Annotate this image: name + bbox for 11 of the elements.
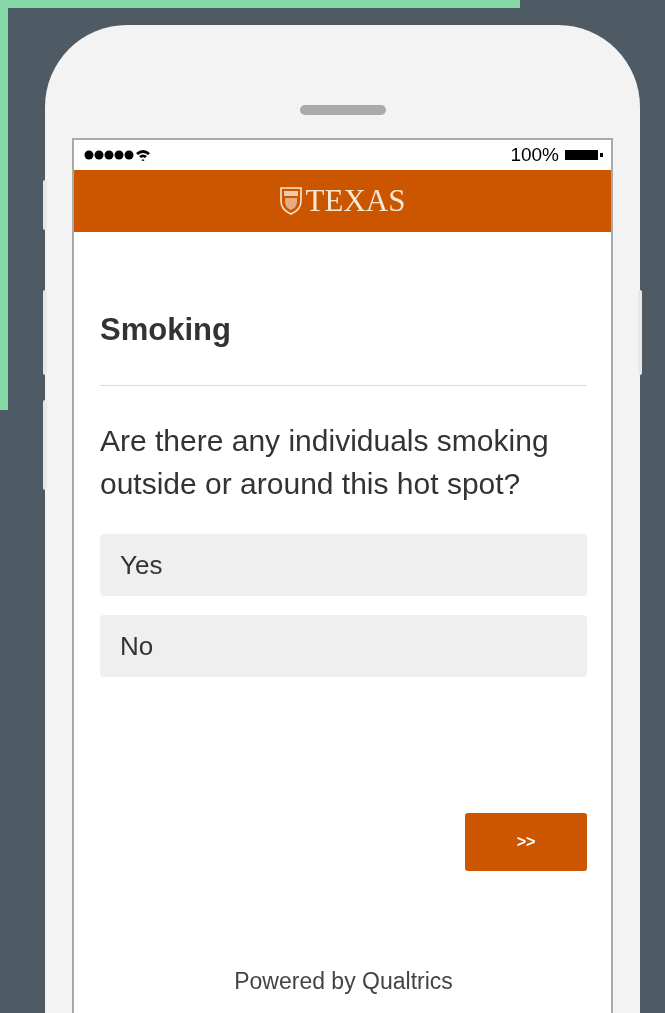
footer-text: Powered by Qualtrics: [234, 968, 453, 994]
question-text: Are there any individuals smoking outside or around this hot spot?: [100, 423, 550, 502]
battery-percentage: 100%: [510, 144, 559, 166]
battery-icon: [565, 149, 603, 161]
next-button[interactable]: >>: [465, 813, 587, 871]
shield-icon: [279, 187, 302, 215]
answer-choice[interactable]: Yes: [100, 534, 587, 596]
logo-text: TEXAS: [305, 183, 406, 219]
signal-icon: [84, 149, 150, 161]
question-title: Smoking: [100, 312, 232, 348]
answer-choice[interactable]: No: [100, 615, 587, 677]
